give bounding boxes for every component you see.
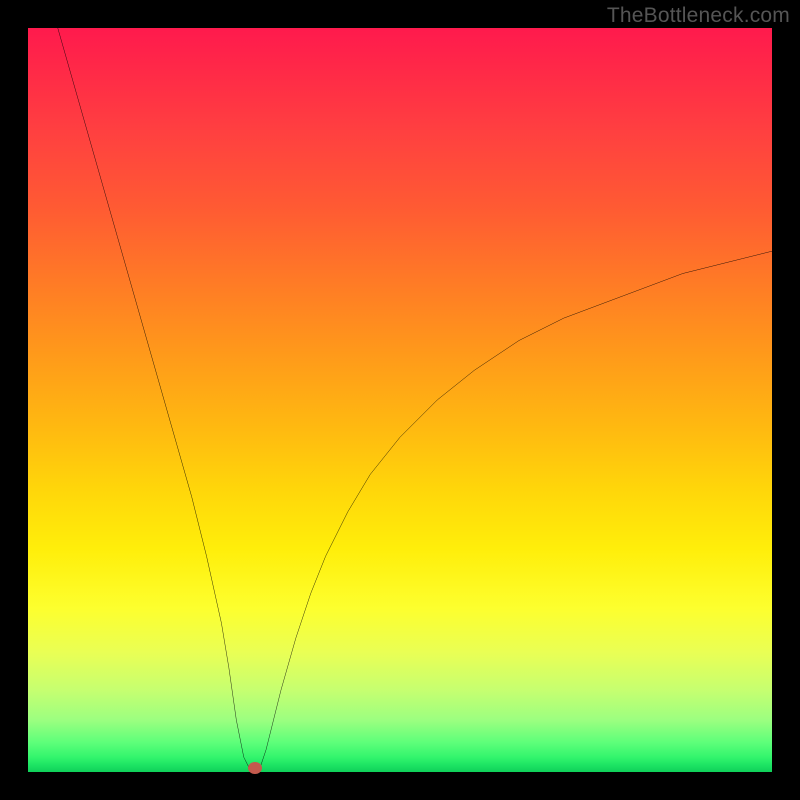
optimal-point-marker <box>248 762 262 774</box>
plot-area <box>28 28 772 772</box>
curve-path <box>58 28 772 772</box>
chart-frame: TheBottleneck.com <box>0 0 800 800</box>
attribution-text: TheBottleneck.com <box>607 4 790 28</box>
bottleneck-curve <box>28 28 772 772</box>
